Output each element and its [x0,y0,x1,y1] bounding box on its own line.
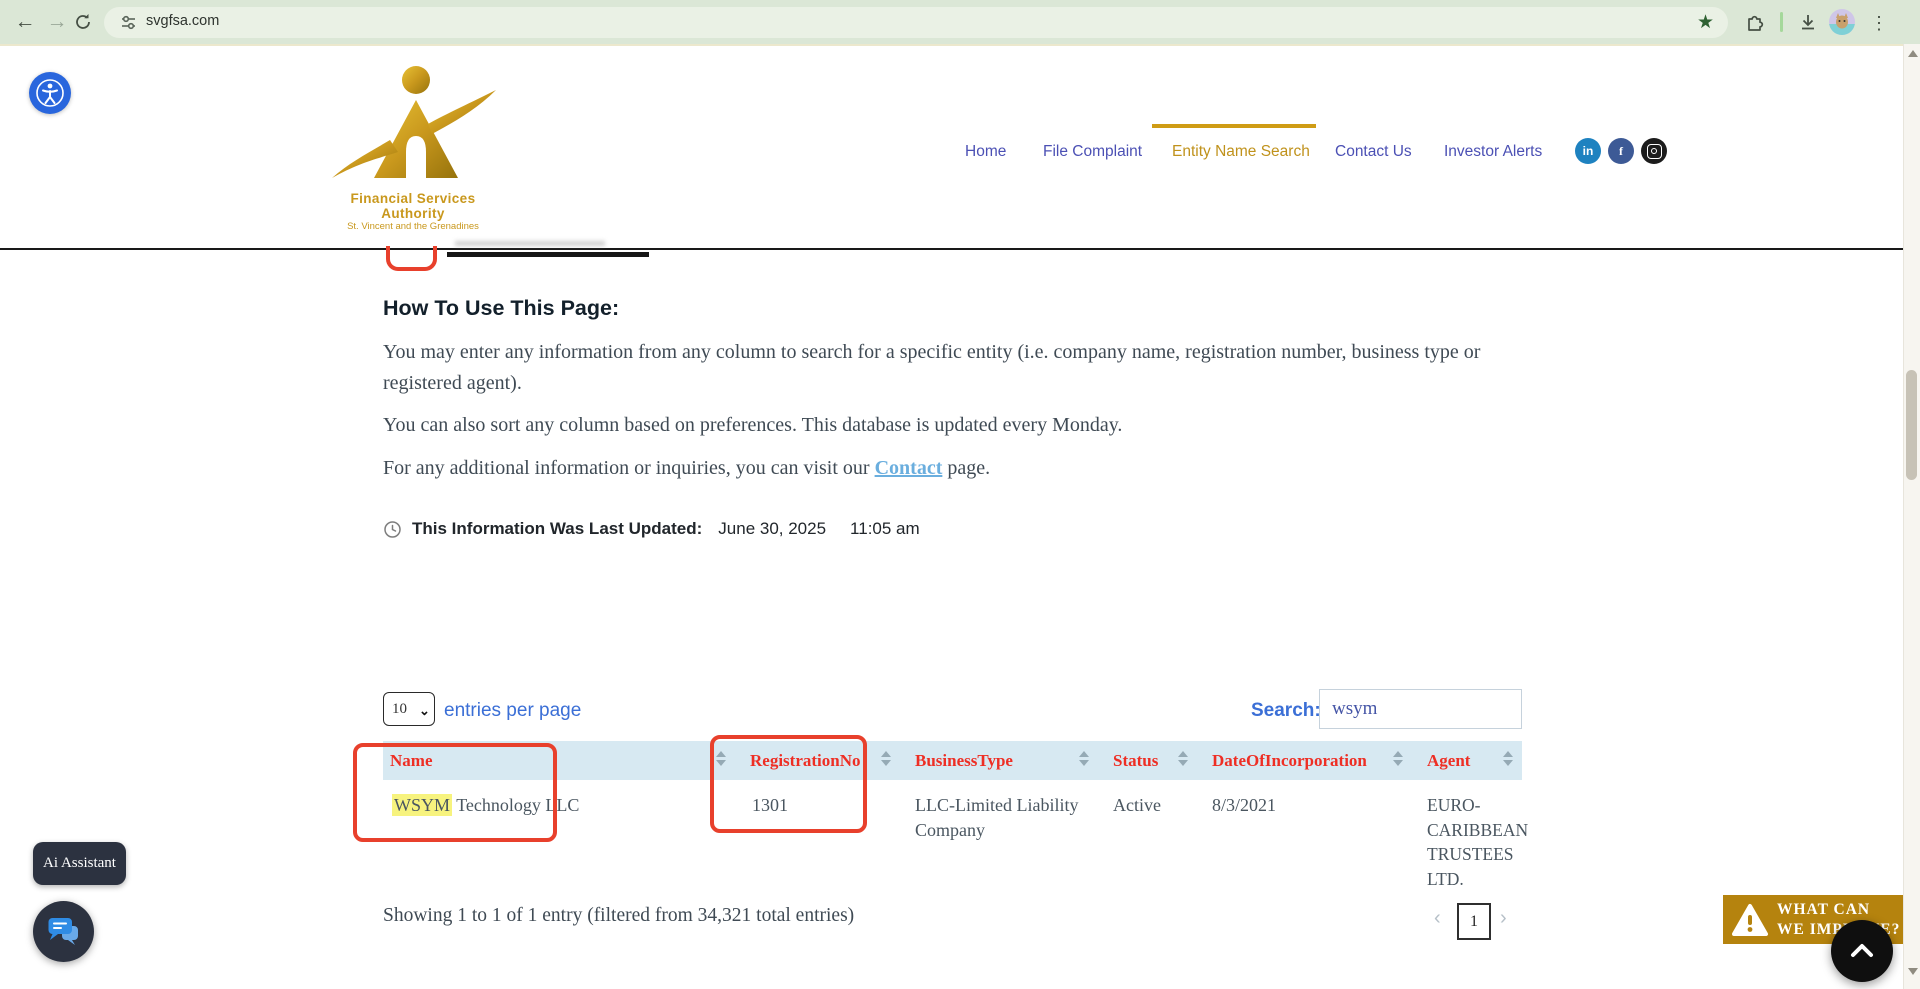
instructions-paragraph-1: You may enter any information from any c… [383,337,1498,399]
sort-icon[interactable] [1178,751,1188,766]
site-info-icon[interactable] [120,14,137,36]
scrollbar-thumb[interactable] [1906,370,1917,480]
cell-date-of-incorporation: 8/3/2021 [1197,780,1412,891]
profile-avatar[interactable] [1829,9,1855,40]
url-bar[interactable] [104,7,1728,38]
forward-icon[interactable]: → [42,7,72,37]
annotation-box-registration-column [710,735,867,833]
last-updated-row: This Information Was Last Updated: June … [383,517,920,541]
screen: ← → svgfsa.com ★ ⋮ [0,0,1920,989]
contact-link[interactable]: Contact [875,457,943,479]
cell-status: Active [1098,780,1197,891]
extensions-icon[interactable] [1745,13,1767,35]
warning-triangle-icon [1731,903,1769,937]
instagram-glyph [1647,144,1662,159]
feedback-banner-line1: WHAT CAN [1777,900,1900,920]
header-bottom-border [0,248,1903,250]
instagram-icon[interactable] [1641,138,1667,164]
browser-toolbar: ← → svgfsa.com ★ ⋮ [0,0,1920,44]
fsa-logo[interactable]: Financial Services Authority St. Vincent… [318,64,508,212]
para3-suffix: page. [942,457,990,479]
chat-assistant-button[interactable] [33,901,94,962]
facebook-icon[interactable]: f [1608,138,1634,164]
column-header-agent[interactable]: Agent [1412,741,1522,780]
para3-prefix: For any additional information or inquir… [383,457,875,479]
clock-icon [383,520,402,539]
last-updated-date: June 30, 2025 [718,519,826,539]
sort-icon[interactable] [881,751,891,766]
linkedin-glyph: in [1583,144,1594,158]
chevron-up-icon [1847,941,1877,961]
page-heading: How To Use This Page: [383,296,619,321]
accessibility-button[interactable] [29,72,71,114]
scrollbar-track[interactable] [1903,44,1920,989]
back-icon[interactable]: ← [10,7,40,37]
cutoff-text-smudge [455,241,605,246]
search-label: Search: [1251,700,1321,722]
column-label: DateOfIncorporation [1212,751,1367,770]
annotation-box-name-column [353,743,557,842]
column-label: BusinessType [915,751,1013,770]
cell-agent: EURO-CARIBBEAN TRUSTEES LTD. [1412,780,1522,891]
chat-bubbles-icon [46,916,82,948]
sort-icon[interactable] [1503,751,1513,766]
last-updated-label: This Information Was Last Updated: [412,519,702,539]
entries-per-page-label: entries per page [444,700,581,722]
scrollbar-up-icon[interactable] [1908,50,1918,57]
active-tab-indicator [1152,124,1316,128]
pagination-page-1[interactable]: 1 [1457,903,1491,940]
scroll-to-top-button[interactable] [1831,920,1893,982]
pagination-next-icon[interactable]: › [1500,907,1507,930]
nav-entity-name-search[interactable]: Entity Name Search [1172,143,1310,161]
facebook-glyph: f [1619,144,1623,159]
column-header-status[interactable]: Status [1098,741,1197,780]
logo-title: Financial Services Authority [318,191,508,221]
sort-icon[interactable] [1079,751,1089,766]
toolbar-separator [1780,12,1783,32]
cell-business-type: LLC-Limited Liability Company [900,780,1098,891]
column-header-date-of-incorporation[interactable]: DateOfIncorporation [1197,741,1412,780]
nav-file-complaint[interactable]: File Complaint [1043,143,1142,161]
column-label: Status [1113,751,1158,770]
linkedin-icon[interactable]: in [1575,138,1601,164]
pagination-prev-icon[interactable]: ‹ [1434,907,1441,930]
column-header-business-type[interactable]: BusinessType [900,741,1098,780]
ai-assistant-label: Ai Assistant [43,855,116,872]
fsa-logo-figure [328,64,498,186]
annotation-box-cutoff [386,246,437,271]
search-input[interactable] [1319,689,1522,729]
instructions-paragraph-2: You can also sort any column based on pr… [383,410,1498,441]
sort-icon[interactable] [1393,751,1403,766]
url-text[interactable]: svgfsa.com [146,13,219,29]
cutoff-tab-underline [447,252,649,257]
nav-home[interactable]: Home [965,143,1006,161]
entries-per-page-select[interactable]: 10 [383,692,435,726]
last-updated-time: 11:05 am [850,519,920,539]
downloads-icon[interactable] [1798,13,1820,35]
scrollbar-down-icon[interactable] [1908,968,1918,975]
nav-investor-alerts[interactable]: Investor Alerts [1444,143,1542,161]
logo-subtitle: St. Vincent and the Grenadines [318,221,508,232]
instructions-paragraph-3: For any additional information or inquir… [383,453,1498,484]
nav-contact-us[interactable]: Contact Us [1335,143,1412,161]
browser-menu-icon[interactable]: ⋮ [1868,12,1890,34]
refresh-icon[interactable] [74,13,92,36]
ai-assistant-tooltip: Ai Assistant [33,842,126,885]
bookmark-star-icon[interactable]: ★ [1697,12,1719,34]
table-summary: Showing 1 to 1 of 1 entry (filtered from… [383,905,854,927]
column-label: Agent [1427,751,1470,770]
